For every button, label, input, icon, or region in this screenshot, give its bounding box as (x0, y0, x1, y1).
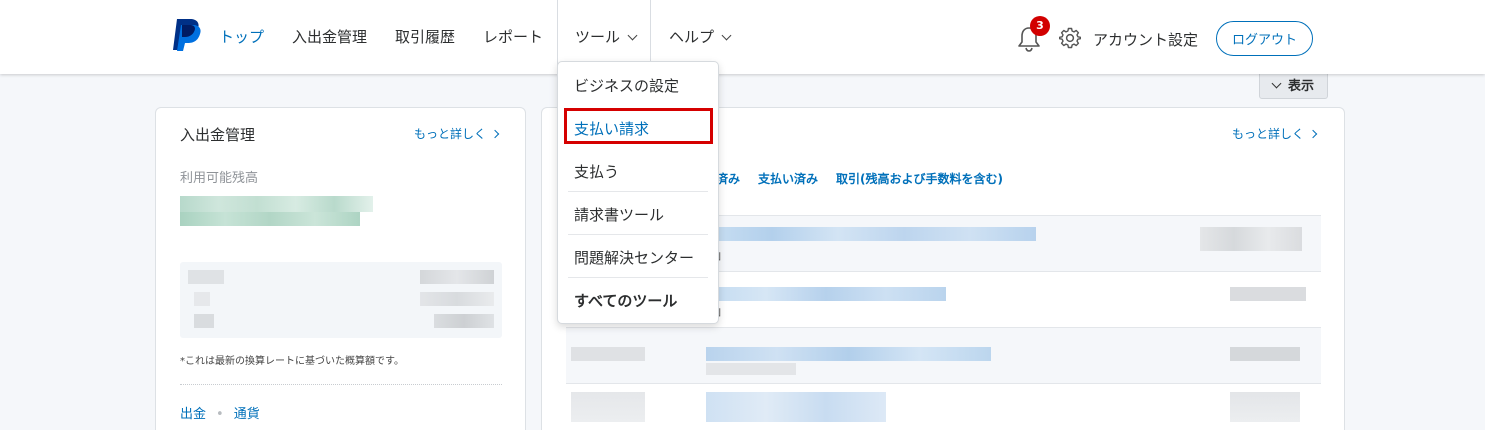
chevron-down-icon (627, 30, 638, 41)
selection-highlight (564, 108, 713, 144)
nav-help[interactable]: ヘルプ (669, 26, 732, 47)
blurred-date (571, 392, 645, 422)
withdraw-link[interactable]: 出金 (180, 407, 206, 422)
notification-badge: 3 (1030, 16, 1050, 36)
account-settings-link[interactable]: アカウント設定 (1093, 29, 1198, 50)
menu-item-pay[interactable]: 支払う (574, 161, 619, 182)
balance-card: 入出金管理 もっと詳しく 利用可能残高 *これは最新の換算レートに基づいた概算額… (155, 107, 526, 430)
chevron-down-icon (1271, 78, 1282, 88)
nav-money-management[interactable]: 入出金管理 (292, 26, 367, 47)
menu-item-all-tools[interactable]: すべてのツール (574, 290, 677, 311)
balance-card-title: 入出金管理 (180, 126, 256, 144)
chevron-right-icon (490, 129, 500, 139)
blurred-amount (1230, 287, 1306, 301)
table-row[interactable] (566, 327, 1321, 383)
top-header: トップ 入出金管理 取引履歴 レポート ツール ヘルプ 3 アカウント設定 ログ… (0, 0, 1485, 74)
blurred-currency-list (180, 262, 502, 338)
paypal-logo-icon[interactable] (170, 18, 202, 52)
nav-top[interactable]: トップ (219, 26, 264, 47)
nav-activity[interactable]: 取引履歴 (395, 26, 455, 47)
tab-transactions[interactable]: 取引(残高および手数料を含む) (836, 172, 1003, 186)
nav-reports[interactable]: レポート (483, 26, 543, 47)
blurred-name (706, 347, 991, 361)
activity-more-link[interactable]: もっと詳しく (1232, 125, 1318, 142)
blurred-note (706, 363, 796, 375)
balance-links: 出金 • 通貨 (180, 403, 260, 422)
conversion-note: *これは最新の換算レートに基づいた概算額です。 (180, 356, 404, 367)
activity-more-label: もっと詳しく (1232, 127, 1305, 141)
activity-tabs: 済み 支払い済み 取引(残高および手数料を含む) (716, 170, 1021, 187)
divider (180, 384, 502, 385)
gear-icon[interactable] (1059, 27, 1081, 49)
blurred-name (706, 287, 946, 301)
blurred-balance (180, 196, 373, 226)
menu-divider (568, 234, 708, 235)
blurred-amount (1200, 227, 1302, 251)
menu-divider (568, 277, 708, 278)
menu-item-business-settings[interactable]: ビジネスの設定 (574, 75, 679, 96)
nav-tools-label: ツール (575, 28, 621, 46)
menu-divider (568, 191, 708, 192)
blurred-name (706, 392, 886, 422)
currency-link[interactable]: 通貨 (234, 407, 260, 422)
menu-item-resolution-center[interactable]: 問題解決センター (574, 247, 694, 268)
show-label: 表示 (1287, 78, 1314, 94)
blurred-date (571, 347, 645, 361)
available-balance-label: 利用可能残高 (180, 171, 259, 186)
balance-more-link[interactable]: もっと詳しく (414, 125, 500, 142)
chevron-down-icon (721, 30, 732, 41)
tools-dropdown-menu: ビジネスの設定 支払い請求 支払う 請求書ツール 問題解決センター すべてのツー… (557, 61, 719, 324)
blurred-amount (1230, 347, 1300, 361)
tab-completed[interactable]: 済み (716, 172, 740, 186)
blurred-name (706, 227, 1036, 241)
chevron-right-icon (1308, 129, 1318, 139)
balance-more-label: もっと詳しく (414, 127, 487, 141)
nav-help-label: ヘルプ (669, 28, 715, 46)
tab-paid[interactable]: 支払い済み (758, 172, 818, 186)
separator-dot: • (216, 407, 224, 422)
logout-button[interactable]: ログアウト (1216, 21, 1313, 56)
nav-tools[interactable]: ツール (575, 26, 638, 47)
table-row[interactable] (566, 383, 1321, 430)
blurred-amount (1230, 392, 1300, 422)
menu-item-invoicing[interactable]: 請求書ツール (574, 204, 664, 225)
